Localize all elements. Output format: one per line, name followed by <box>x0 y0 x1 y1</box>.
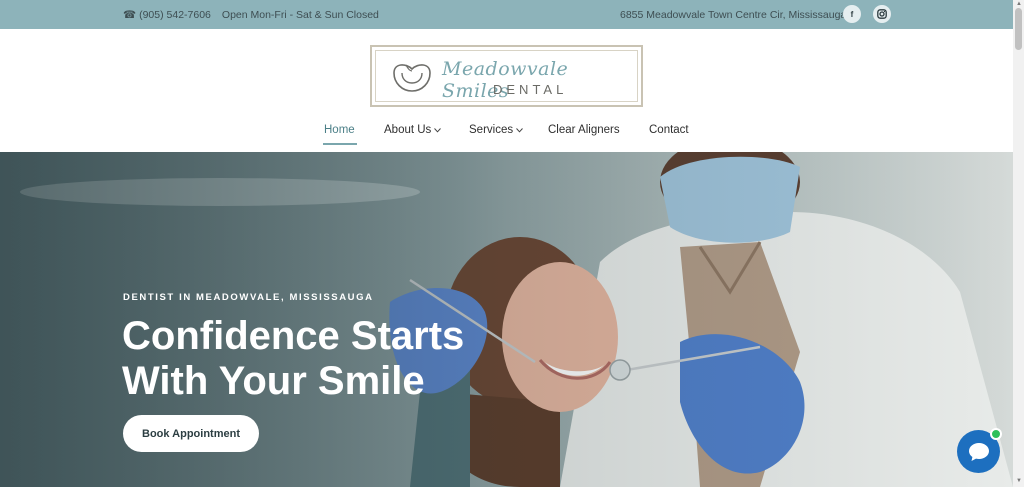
online-status-indicator <box>990 428 1002 440</box>
scroll-up-arrow-icon[interactable]: ▲ <box>1016 1 1022 7</box>
phone-number: (905) 542-7606 <box>139 8 211 21</box>
phone-icon: ☎ <box>123 8 137 21</box>
address-link[interactable]: 6855 Meadowvale Town Centre Cir, Mississ… <box>620 0 846 29</box>
top-bar: ☎ (905) 542-7606 Open Mon-Fri - Sat & Su… <box>0 0 1013 29</box>
site-logo[interactable]: Meadowvale Smiles DENTAL <box>370 45 643 107</box>
nav-item-contact[interactable]: Contact <box>649 124 689 136</box>
nav-item-home[interactable]: Home <box>324 124 355 136</box>
chevron-down-icon <box>516 127 523 133</box>
phone-link[interactable]: ☎ (905) 542-7606 <box>123 9 211 21</box>
site-header: Meadowvale Smiles DENTAL Home About Us S… <box>0 29 1013 152</box>
nav-item-clear-aligners[interactable]: Clear Aligners <box>548 124 620 136</box>
chat-bubble-icon <box>968 442 989 461</box>
facebook-icon[interactable]: f <box>843 5 861 23</box>
hero-kicker: DENTIST IN MEADOWVALE, MISSISSAUGA <box>123 292 374 303</box>
chevron-down-icon <box>434 127 442 133</box>
scroll-down-arrow-icon[interactable]: ▼ <box>1016 478 1022 484</box>
nav-item-about-us[interactable]: About Us <box>384 124 442 136</box>
tooth-logo-icon <box>393 64 431 92</box>
address-text: 6855 Meadowvale Town Centre Cir, Mississ… <box>620 8 847 21</box>
top-bar-contact: ☎ (905) 542-7606 Open Mon-Fri - Sat & Su… <box>123 0 379 29</box>
hero-title: Confidence Starts With Your Smile <box>122 314 465 403</box>
instagram-icon[interactable] <box>873 5 891 23</box>
main-navigation: Home About Us Services Clear Aligners Co… <box>0 124 1013 146</box>
page-scrollbar[interactable]: ▲ ▼ <box>1013 0 1024 487</box>
hero-section: DENTIST IN MEADOWVALE, MISSISSAUGA Confi… <box>0 152 1013 487</box>
book-appointment-button[interactable]: Book Appointment <box>123 415 259 452</box>
office-hours: Open Mon-Fri - Sat & Sun Closed <box>221 8 379 21</box>
logo-sub-text: DENTAL <box>493 82 568 97</box>
scrollbar-thumb[interactable] <box>1015 8 1022 50</box>
nav-item-services[interactable]: Services <box>469 124 523 136</box>
active-nav-indicator <box>323 143 357 145</box>
